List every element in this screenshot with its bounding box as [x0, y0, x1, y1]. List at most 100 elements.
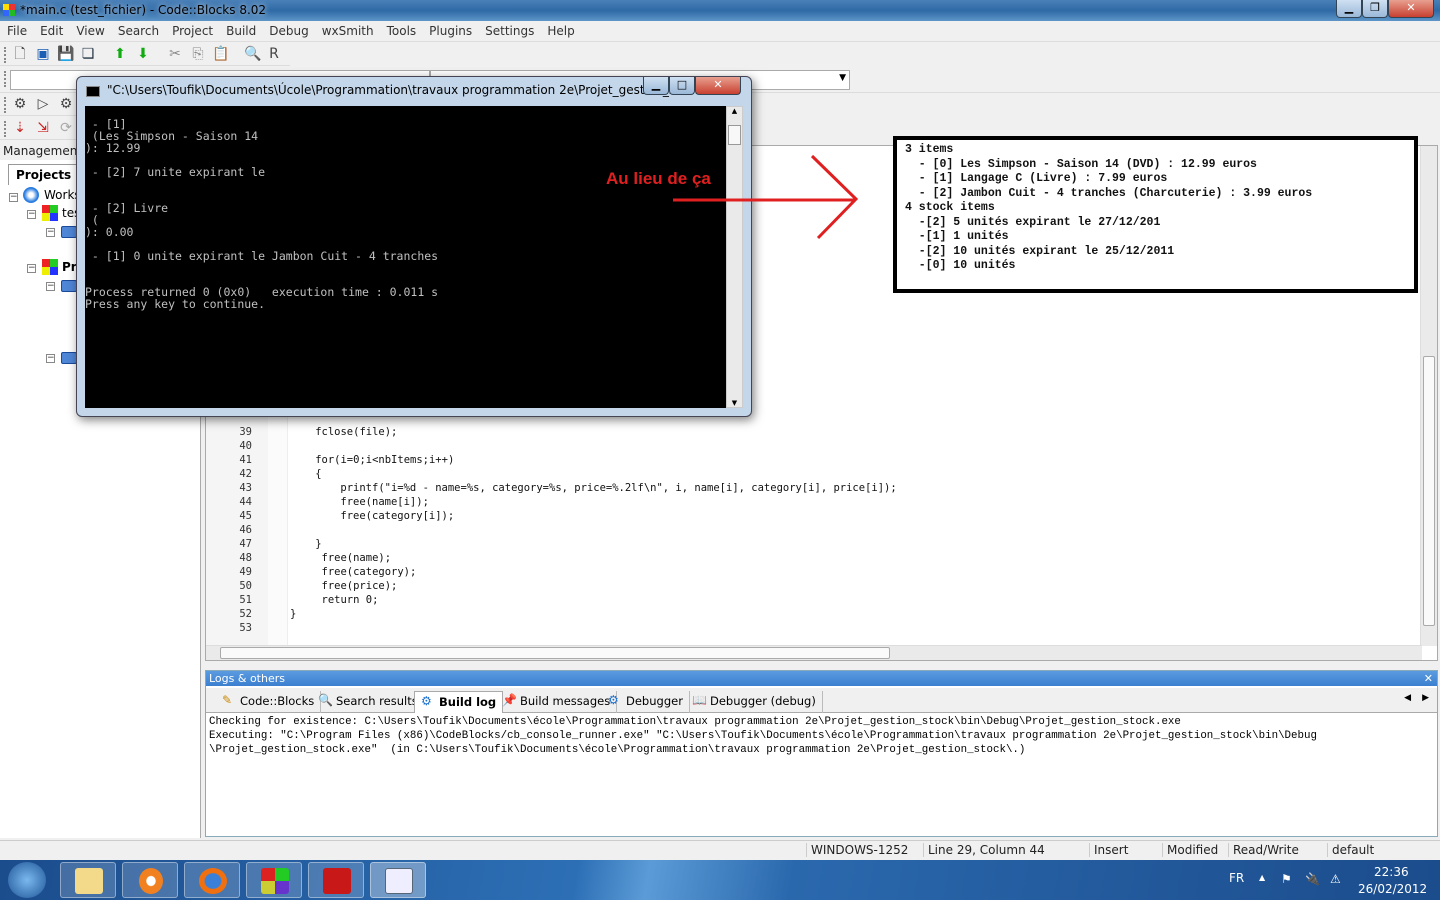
console-window[interactable]: "C:\Users\Toufik\Documents\Úcole\Program… — [76, 76, 752, 417]
code-line[interactable]: free(price); — [290, 579, 398, 593]
close-icon[interactable]: ✕ — [1424, 671, 1433, 686]
console-close-button[interactable]: ✕ — [695, 77, 741, 95]
taskbar-firefox[interactable] — [184, 862, 240, 898]
codeblocks-app-icon — [3, 4, 15, 16]
menu-tools[interactable]: Tools — [380, 22, 423, 38]
scroll-up-icon[interactable]: ▲ — [727, 107, 742, 115]
vertical-scrollbar[interactable] — [1420, 146, 1437, 646]
collapse-icon[interactable]: − — [27, 210, 36, 219]
debug-icon[interactable]: ⇣ — [12, 120, 28, 136]
line-number: 48 — [239, 552, 252, 564]
save-icon[interactable]: 💾 — [57, 46, 74, 62]
maximize-button[interactable]: ❐ — [1362, 0, 1388, 18]
scrollbar-thumb[interactable] — [1423, 356, 1435, 626]
tab-codeblocks[interactable]: ✎ Code::Blocks — [216, 691, 322, 713]
collapse-icon[interactable]: − — [46, 354, 55, 363]
find-icon[interactable]: 🔍 — [244, 46, 261, 62]
scroll-down-icon[interactable]: ▼ — [727, 399, 742, 407]
code-line[interactable]: { — [290, 467, 321, 481]
menu-settings[interactable]: Settings — [478, 22, 540, 38]
code-line[interactable]: } — [290, 607, 296, 621]
start-button[interactable] — [8, 862, 46, 898]
tab-build-messages[interactable]: 📌 Build messages — [496, 691, 618, 713]
open-file-icon[interactable]: ▣ — [35, 46, 51, 62]
code-line[interactable]: printf("i=%d - name=%s, category=%s, pri… — [290, 481, 896, 495]
menu-wxsmith[interactable]: wxSmith — [315, 22, 380, 38]
tab-search-results[interactable]: 🔍 Search results — [312, 691, 425, 713]
save-all-icon[interactable]: ❏ — [80, 46, 96, 62]
new-file-icon[interactable]: 🗋 — [12, 46, 28, 62]
taskbar-codeblocks[interactable] — [246, 862, 302, 898]
collapse-icon[interactable]: − — [9, 193, 18, 202]
language-indicator[interactable]: FR — [1229, 871, 1244, 885]
power-icon[interactable]: 🔌 — [1305, 872, 1320, 886]
menu-project[interactable]: Project — [165, 22, 219, 38]
folder-icon — [61, 352, 77, 364]
run-to-cursor-icon[interactable]: ⇲ — [35, 120, 51, 136]
undo-icon[interactable]: ⬆ — [112, 46, 128, 62]
expected-output-line: - [2] Jambon Cuit - 4 tranches (Charcute… — [905, 186, 1313, 200]
console-maximize-button[interactable]: □ — [669, 77, 695, 95]
clock-date[interactable]: 26/02/2012 — [1358, 882, 1427, 896]
scrollbar-thumb[interactable] — [220, 647, 890, 659]
menu-plugins[interactable]: Plugins — [422, 22, 478, 38]
taskbar-acrobat[interactable] — [308, 862, 364, 898]
menu-search[interactable]: Search — [111, 22, 165, 38]
clock-time[interactable]: 22:36 — [1374, 865, 1409, 879]
menu-view[interactable]: View — [69, 22, 110, 38]
cut-icon[interactable]: ✂ — [167, 46, 183, 62]
paste-icon[interactable]: 📋 — [212, 46, 229, 62]
scroll-right-icon[interactable]: ▶ — [1422, 693, 1429, 703]
close-button[interactable]: ✕ — [1388, 0, 1434, 18]
code-line[interactable]: fclose(file); — [290, 425, 397, 439]
toolbar-grip[interactable] — [4, 97, 7, 113]
code-line[interactable]: free(category); — [290, 565, 417, 579]
tab-projects[interactable]: Projects — [8, 164, 80, 185]
status-position: Line 29, Column 44 — [923, 843, 1045, 857]
toolbar-grip[interactable] — [4, 71, 7, 87]
tree-project-active[interactable]: Pr — [62, 260, 77, 274]
build-run-icon[interactable]: ⚙ — [58, 96, 74, 112]
run-icon[interactable]: ▷ — [35, 96, 51, 112]
tab-debugger-debug[interactable]: 📖 Debugger (debug) — [686, 691, 823, 713]
toolbar-grip[interactable] — [4, 47, 7, 63]
taskbar-media-player[interactable] — [122, 862, 178, 898]
expected-output-line: -[2] 10 unités expirant le 25/12/2011 — [905, 244, 1175, 258]
code-line[interactable]: return 0; — [290, 593, 379, 607]
code-line[interactable]: free(name); — [290, 551, 392, 565]
code-line[interactable]: free(category[i]); — [290, 509, 454, 523]
redo-icon[interactable]: ⬇ — [135, 46, 151, 62]
tab-build-log[interactable]: ⚙ Build log — [414, 691, 504, 713]
console-minimize-button[interactable]: ▁ — [643, 77, 669, 95]
menu-file[interactable]: File — [0, 22, 33, 38]
action-center-flag-icon[interactable]: ⚑ — [1281, 872, 1292, 886]
show-hidden-icons[interactable]: ▲ — [1259, 873, 1265, 882]
copy-icon[interactable]: ⎘ — [190, 46, 206, 62]
taskbar-explorer[interactable] — [60, 862, 116, 898]
code-line[interactable]: } — [290, 537, 321, 551]
network-warning-icon[interactable]: ⚠ — [1330, 872, 1341, 886]
menu-build[interactable]: Build — [219, 22, 262, 38]
menu-edit[interactable]: Edit — [33, 22, 69, 38]
next-line-icon[interactable]: ⟳ — [58, 120, 74, 136]
build-gear-icon[interactable]: ⚙ — [12, 96, 28, 112]
window-title-bar[interactable]: *main.c (test_fichier) - Code::Blocks 8.… — [0, 0, 1440, 21]
horizontal-scrollbar[interactable] — [206, 645, 1422, 660]
tab-debugger[interactable]: ⚙ Debugger — [602, 691, 690, 713]
scroll-left-icon[interactable]: ◀ — [1404, 693, 1411, 703]
minimize-button[interactable]: ▁ — [1336, 0, 1362, 18]
replace-icon[interactable]: R — [266, 46, 282, 62]
code-line[interactable]: for(i=0;i<nbItems;i++) — [290, 453, 454, 467]
scrollbar-thumb[interactable] — [728, 125, 741, 145]
main-toolbar: 🗋 ▣ 💾 ❏ ⬆ ⬇ ✂ ⎘ 📋 🔍 R — [0, 43, 290, 66]
collapse-icon[interactable]: − — [46, 282, 55, 291]
menu-debug[interactable]: Debug — [262, 22, 314, 38]
menu-help[interactable]: Help — [540, 22, 580, 38]
chevron-down-icon[interactable]: ▼ — [839, 73, 846, 83]
taskbar-console[interactable] — [370, 862, 426, 898]
collapse-icon[interactable]: − — [27, 264, 36, 273]
toolbar-grip[interactable] — [4, 121, 7, 137]
collapse-icon[interactable]: − — [46, 228, 55, 237]
code-line[interactable]: free(name[i]); — [290, 495, 429, 509]
logs-title: Logs & others ✕ — [206, 671, 1437, 686]
